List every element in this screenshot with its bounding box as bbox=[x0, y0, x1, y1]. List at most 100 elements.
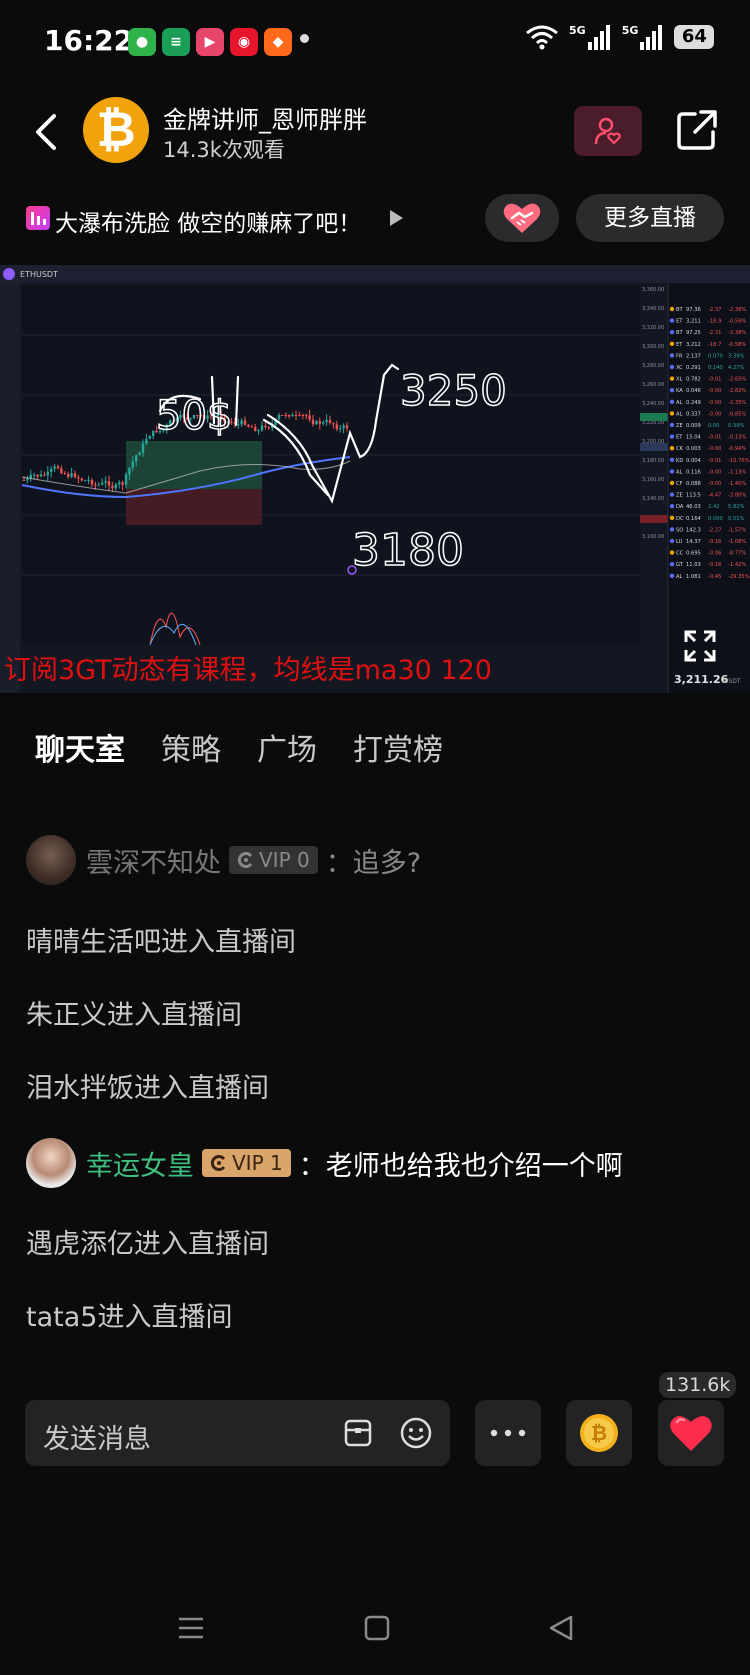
expand-title-icon[interactable] bbox=[390, 210, 403, 226]
chat-username[interactable]: 幸运女皇 bbox=[86, 1144, 194, 1183]
menu-nav-icon[interactable] bbox=[177, 1614, 205, 1642]
more-live-button[interactable]: 更多直播 bbox=[576, 194, 724, 242]
candle-body bbox=[264, 425, 267, 428]
watchlist-price: 0.291 bbox=[686, 365, 701, 371]
like-button[interactable] bbox=[658, 1400, 724, 1466]
watchlist-coin-icon bbox=[669, 492, 675, 497]
user-avatar[interactable] bbox=[26, 1138, 76, 1188]
watchlist-percent: -2.38% bbox=[728, 307, 746, 313]
user-avatar[interactable] bbox=[26, 835, 76, 885]
candle-body bbox=[284, 415, 287, 416]
wechat-icon: ● bbox=[128, 28, 156, 56]
back-nav-icon[interactable] bbox=[547, 1614, 575, 1642]
watchlist-percent: -0.58% bbox=[728, 342, 746, 348]
live-bars-icon bbox=[26, 206, 50, 230]
watchlist-price: 0.164 bbox=[686, 516, 702, 522]
candle-body bbox=[128, 467, 131, 475]
watchlist-change: -0.16 bbox=[708, 562, 721, 568]
watchlist-change: -0.00 bbox=[708, 481, 721, 487]
watchlist-price: 0.337 bbox=[686, 411, 701, 417]
watchlist-price: 3,212 bbox=[686, 342, 701, 348]
tab-reward-ranking[interactable]: 打赏榜 bbox=[353, 725, 443, 769]
watchlist-symbol: BT bbox=[676, 330, 684, 336]
home-nav-icon[interactable] bbox=[364, 1614, 390, 1642]
watchlist-change: -18.7 bbox=[708, 342, 721, 348]
candle-body bbox=[267, 427, 270, 429]
share-icon[interactable] bbox=[675, 108, 719, 152]
watchlist-coin-icon bbox=[669, 457, 675, 462]
watchlist-coin-icon bbox=[669, 538, 675, 544]
price-axis-label: 3,300.00 bbox=[642, 344, 664, 350]
message-placeholder[interactable]: 发送消息 bbox=[43, 1417, 151, 1456]
tab-chatroom[interactable]: 聊天室 bbox=[35, 725, 125, 769]
chat-username[interactable]: 雲深不知处 bbox=[86, 841, 221, 880]
candle-body bbox=[141, 443, 145, 453]
watchlist-price: 0.004 bbox=[686, 458, 702, 464]
watchlist-coin-icon bbox=[669, 550, 675, 555]
watchlist-change: 0.140 bbox=[708, 365, 723, 371]
watchlist-symbol: XL bbox=[676, 377, 683, 383]
price-axis-label: 3,100.00 bbox=[642, 534, 664, 540]
current-price: 3,211.26 bbox=[674, 673, 729, 686]
vip-logo-icon bbox=[210, 1155, 226, 1171]
candle-body bbox=[22, 480, 26, 481]
candle-body bbox=[121, 482, 124, 485]
handshake-button[interactable] bbox=[485, 194, 559, 242]
candle-body bbox=[63, 473, 66, 475]
fullscreen-icon[interactable] bbox=[682, 628, 718, 664]
watchlist-symbol: ET bbox=[676, 319, 683, 325]
follow-button[interactable] bbox=[574, 106, 642, 156]
watchlist-coin-icon bbox=[669, 353, 675, 358]
watchlist-price: 3,211 bbox=[686, 319, 701, 325]
watchlist-percent: -2.65% bbox=[728, 377, 746, 383]
system-join-message: 朱正义进入直播间 bbox=[26, 1000, 242, 1031]
candle-body bbox=[291, 415, 294, 417]
drawn-annotation-low: 3180 bbox=[352, 525, 464, 576]
watchlist-coin-icon bbox=[669, 306, 675, 312]
watchlist-coin-icon bbox=[669, 318, 675, 323]
watchlist-percent: 0.39% bbox=[728, 423, 745, 429]
card-icon[interactable] bbox=[343, 1418, 373, 1448]
price-axis-label: 3,240.00 bbox=[642, 401, 664, 407]
live-title: 大瀑布洗脸 做空的赚麻了吧！ bbox=[55, 211, 362, 237]
live-video[interactable]: ETHUSDT 50$ 3250 3180 3,360.00 3,340.00 … bbox=[0, 265, 750, 693]
watchlist-symbol: XC bbox=[676, 365, 683, 371]
watchlist-change: 0.070 bbox=[708, 353, 723, 359]
ellipsis-icon bbox=[490, 1429, 526, 1437]
watchlist-coin-icon bbox=[669, 364, 675, 370]
watchlist-coin-icon bbox=[669, 446, 675, 451]
candle-body bbox=[322, 422, 325, 424]
watchlist-percent: -0.85% bbox=[728, 411, 746, 417]
host-avatar[interactable]: ₿ bbox=[83, 97, 149, 163]
back-arrow-icon[interactable] bbox=[30, 110, 64, 154]
candle-body bbox=[298, 415, 301, 416]
candle-body bbox=[148, 436, 151, 440]
chat-message[interactable]: 幸运女皇 VIP 1 ：老师也给我也介绍一个啊 bbox=[26, 1138, 623, 1188]
candle-body bbox=[345, 425, 349, 429]
trading-chart-frame: ETHUSDT 50$ 3250 3180 3,360.003,340.003,… bbox=[0, 265, 750, 693]
candle-body bbox=[260, 425, 264, 431]
system-join-message: 遇虎添亿进入直播间 bbox=[26, 1229, 269, 1260]
candle-body bbox=[104, 481, 107, 483]
emoji-icon[interactable] bbox=[399, 1416, 433, 1450]
watchlist-change: -0.01 bbox=[708, 458, 721, 464]
host-name[interactable]: 金牌讲师_恩师胖胖 bbox=[163, 100, 367, 135]
watchlist-percent: -10.76% bbox=[728, 458, 750, 464]
watchlist-change: -0.06 bbox=[708, 551, 721, 557]
signal-label-1: 5G bbox=[569, 24, 586, 37]
candle-body bbox=[281, 415, 284, 416]
chat-message[interactable]: 雲深不知处 VIP 0 ：追多? bbox=[26, 835, 421, 885]
more-options-button[interactable] bbox=[475, 1400, 541, 1466]
coin-gift-button[interactable]: ₿ bbox=[566, 1400, 632, 1466]
tab-square[interactable]: 广场 bbox=[257, 725, 317, 769]
candle-body bbox=[87, 479, 90, 481]
candle-body bbox=[56, 466, 60, 469]
tab-strategy[interactable]: 策略 bbox=[161, 725, 221, 769]
watchlist-symbol: AL bbox=[676, 574, 683, 580]
watchlist-change: 0.000 bbox=[708, 516, 723, 522]
drawn-annotation-top: 50$ bbox=[156, 393, 232, 439]
watchlist-price: 113.5 bbox=[686, 493, 701, 499]
watchlist-change: 2.42 bbox=[708, 504, 720, 510]
chat-text: ：老师也给我也介绍一个啊 bbox=[298, 1150, 623, 1182]
watchlist-price: 1.081 bbox=[686, 574, 701, 580]
